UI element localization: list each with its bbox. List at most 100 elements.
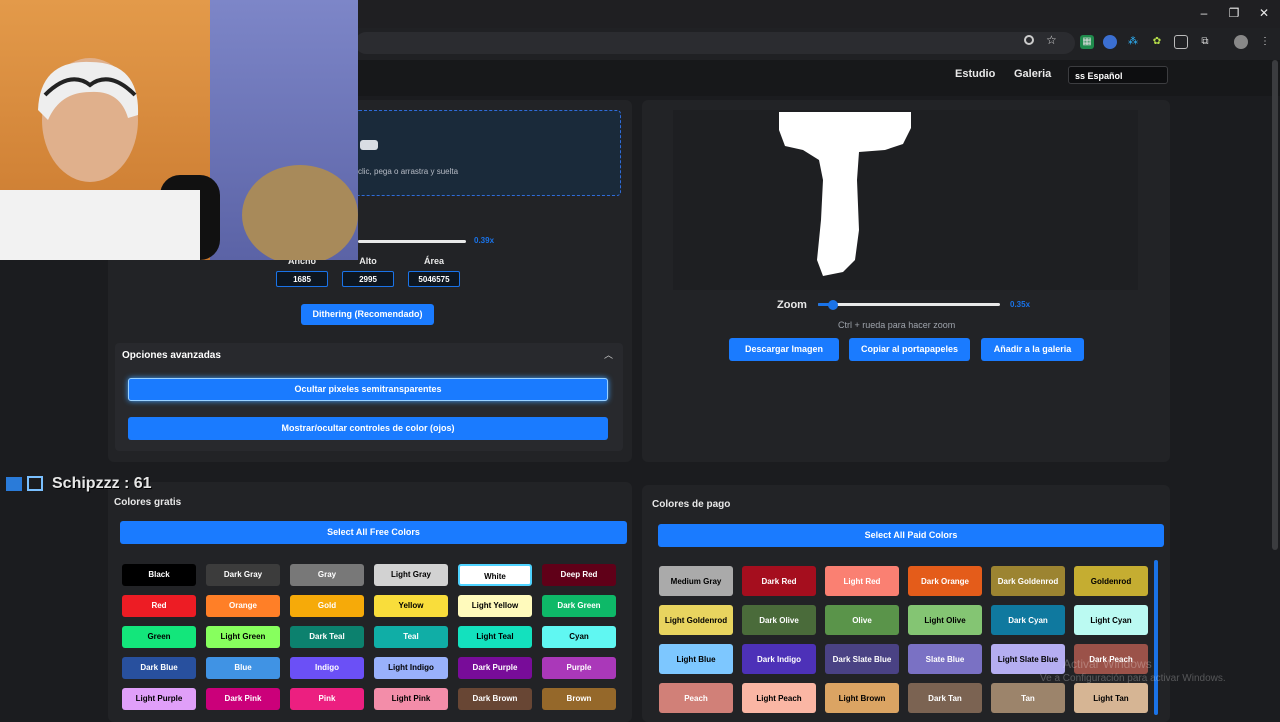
page-scrollbar[interactable] (1272, 60, 1278, 550)
select-all-paid-button[interactable]: Select All Paid Colors (658, 524, 1164, 547)
paid-color-chip[interactable]: Dark Orange (908, 566, 982, 596)
copy-clipboard-button[interactable]: Copiar al portapapeles (849, 338, 970, 361)
browser-menu-icon[interactable]: ⋮ (1258, 35, 1272, 49)
extension-vs-icon[interactable]: ⁂ (1126, 35, 1140, 49)
free-color-chip-label: Red (151, 601, 167, 610)
paid-color-chip[interactable]: Olive (825, 605, 899, 635)
free-color-chip[interactable]: Dark Pink (206, 688, 280, 710)
paid-color-chip[interactable]: Slate Blue (908, 644, 982, 674)
free-color-chip[interactable]: Pink (290, 688, 364, 710)
minimize-icon[interactable]: – (1196, 6, 1212, 20)
zoom-slider-track[interactable] (818, 303, 1000, 306)
free-color-chip[interactable]: Green (122, 626, 196, 648)
dithering-button[interactable]: Dithering (Recomendado) (301, 304, 434, 325)
free-color-chip-label: Light Gray (390, 570, 431, 579)
extension-sheets-icon[interactable]: ▦ (1080, 35, 1094, 49)
download-image-button[interactable]: Descargar Imagen (729, 338, 839, 361)
profile-avatar-icon[interactable] (1234, 35, 1248, 49)
paid-color-chip[interactable]: Tan (991, 683, 1065, 713)
free-color-chip[interactable]: Orange (206, 595, 280, 617)
address-bar[interactable] (355, 32, 1075, 54)
paid-color-chip[interactable]: Medium Gray (659, 566, 733, 596)
paid-color-chip[interactable]: Dark Goldenrod (991, 566, 1065, 596)
free-color-chip[interactable]: Purple (542, 657, 616, 679)
height-input[interactable]: 2995 (342, 271, 394, 287)
nav-studio[interactable]: Estudio (955, 68, 995, 80)
extensions-puzzle-icon[interactable]: ⧉ (1198, 35, 1212, 49)
add-to-gallery-button[interactable]: Añadir a la galeria (981, 338, 1084, 361)
paid-color-chip[interactable]: Light Olive (908, 605, 982, 635)
free-color-chip-label: Light Green (220, 632, 266, 641)
paid-color-chip[interactable]: Light Brown (825, 683, 899, 713)
free-color-chip[interactable]: Red (122, 595, 196, 617)
paid-color-chip[interactable]: Light Blue (659, 644, 733, 674)
free-color-chip[interactable]: Gold (290, 595, 364, 617)
free-color-chip[interactable]: Light Indigo (374, 657, 448, 679)
bookmark-star-icon[interactable]: ☆ (1046, 33, 1057, 47)
select-all-free-button[interactable]: Select All Free Colors (120, 521, 627, 544)
free-color-chip[interactable]: White (458, 564, 532, 586)
nav-gallery[interactable]: Galeria (1014, 68, 1051, 80)
restore-icon[interactable]: ❐ (1226, 6, 1242, 20)
free-color-chip[interactable]: Dark Gray (206, 564, 280, 586)
close-window-icon[interactable]: ✕ (1256, 6, 1272, 20)
scale-slider-track[interactable] (358, 240, 466, 243)
language-select[interactable]: ss Español (1068, 66, 1168, 84)
paid-color-chip[interactable]: Light Red (825, 566, 899, 596)
free-color-chip[interactable]: Dark Teal (290, 626, 364, 648)
paid-color-chip[interactable]: Dark Tan (908, 683, 982, 713)
upload-dropzone[interactable] (355, 110, 621, 196)
paid-color-chip[interactable]: Dark Indigo (742, 644, 816, 674)
free-color-chip[interactable]: Light Green (206, 626, 280, 648)
free-color-chip[interactable]: Cyan (542, 626, 616, 648)
free-color-chip[interactable]: Light Teal (458, 626, 532, 648)
paid-color-chip[interactable]: Dark Olive (742, 605, 816, 635)
free-color-chip[interactable]: Brown (542, 688, 616, 710)
toggle-color-eyes-button[interactable]: Mostrar/ocultar controles de color (ojos… (128, 417, 608, 440)
width-input[interactable]: 1685 (276, 271, 328, 287)
free-color-chip-label: Deep Red (560, 570, 598, 579)
free-color-chip[interactable]: Teal (374, 626, 448, 648)
extension-box-icon[interactable] (1174, 35, 1188, 49)
free-color-chip[interactable]: Dark Green (542, 595, 616, 617)
paid-color-chip[interactable]: Light Slate Blue (991, 644, 1065, 674)
stream-overlay-text: Schipzzz : 61 (52, 475, 152, 492)
free-color-chip-label: Orange (228, 601, 257, 610)
free-color-chip[interactable]: Light Yellow (458, 595, 532, 617)
free-color-chip[interactable]: Light Gray (374, 564, 448, 586)
free-color-chip[interactable]: Yellow (374, 595, 448, 617)
chevron-up-icon[interactable]: ︿ (604, 348, 613, 361)
extension-circle-icon[interactable] (1103, 35, 1117, 49)
free-color-chip[interactable]: Indigo (290, 657, 364, 679)
windows-watermark-subtitle: Ve a Configuración para activar Windows. (1040, 673, 1226, 684)
paid-color-chip[interactable]: Light Cyan (1074, 605, 1148, 635)
free-color-chip[interactable]: Blue (206, 657, 280, 679)
zoom-slider-thumb[interactable] (827, 300, 838, 310)
free-color-chip-label: Light Purple (135, 694, 183, 703)
paid-color-chip[interactable]: Dark Cyan (991, 605, 1065, 635)
paid-color-chip-label: Dark Red (761, 576, 797, 586)
free-color-chip[interactable]: Light Purple (122, 688, 196, 710)
free-color-chip[interactable]: Gray (290, 564, 364, 586)
paid-color-chip[interactable]: Light Peach (742, 683, 816, 713)
free-color-chip[interactable]: Light Pink (374, 688, 448, 710)
paid-color-chip-label: Dark Tan (928, 693, 962, 703)
advanced-options-title[interactable]: Opciones avanzadas (122, 350, 221, 361)
paid-color-chip[interactable]: Dark Red (742, 566, 816, 596)
paid-color-chip-label: Dark Goldenrod (997, 576, 1059, 586)
paid-color-chip[interactable]: Light Tan (1074, 683, 1148, 713)
free-color-chip[interactable]: Deep Red (542, 564, 616, 586)
hide-semitransparent-button[interactable]: Ocultar pixeles semitransparentes (128, 378, 608, 401)
paid-color-chip[interactable]: Dark Slate Blue (825, 644, 899, 674)
free-color-chip[interactable]: Dark Blue (122, 657, 196, 679)
zoom-icon[interactable] (1024, 35, 1034, 45)
paid-color-chip[interactable]: Peach (659, 683, 733, 713)
paid-color-chip[interactable]: Light Goldenrod (659, 605, 733, 635)
paid-colors-scrollbar[interactable] (1154, 560, 1158, 715)
extension-leaf-icon[interactable]: ✿ (1150, 35, 1164, 49)
free-color-chip[interactable]: Dark Brown (458, 688, 532, 710)
preview-canvas[interactable] (673, 110, 1138, 290)
paid-color-chip[interactable]: Goldenrod (1074, 566, 1148, 596)
free-color-chip[interactable]: Dark Purple (458, 657, 532, 679)
free-color-chip[interactable]: Black (122, 564, 196, 586)
